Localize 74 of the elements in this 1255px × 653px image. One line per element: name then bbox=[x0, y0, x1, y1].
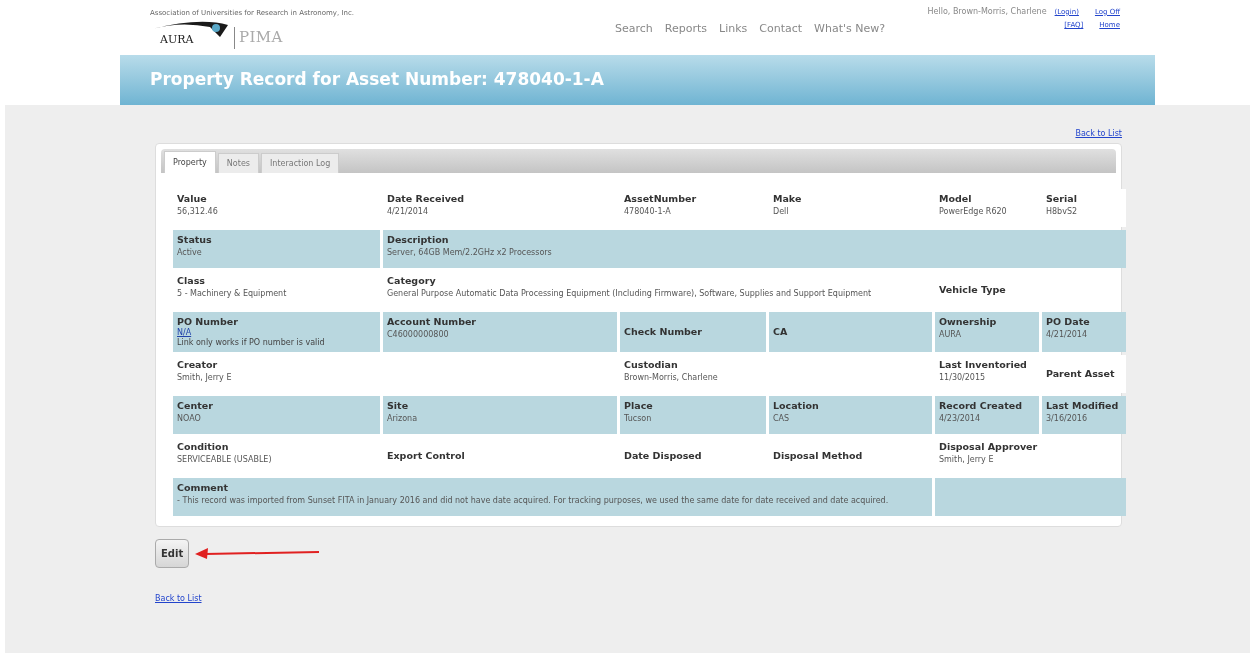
field-label: Export Control bbox=[387, 449, 466, 462]
field-label: Value bbox=[177, 193, 208, 205]
field-value: Server, 64GB Mem/2.2GHz x2 Processors bbox=[387, 247, 553, 258]
page-title: Property Record for Asset Number: 478040-1-A bbox=[150, 68, 604, 92]
field-label: Place bbox=[624, 399, 654, 412]
field-label: Date Received bbox=[387, 193, 466, 205]
nav-link[interactable]: What's New? bbox=[814, 21, 886, 38]
field-label: Serial bbox=[1046, 193, 1078, 205]
field-label: PO Number bbox=[177, 316, 239, 328]
field-value: 11/30/2015 bbox=[939, 372, 987, 383]
field-value: Dell bbox=[773, 206, 790, 217]
field-value: Smith, Jerry E bbox=[177, 372, 233, 383]
tab[interactable]: Property bbox=[164, 151, 216, 173]
edit-button[interactable]: Edit bbox=[155, 538, 190, 568]
field-value: PowerEdge R620 bbox=[939, 206, 1008, 217]
po-link[interactable]: N/A bbox=[177, 327, 376, 338]
field-label: Date Disposed bbox=[624, 449, 703, 462]
field-label: Model bbox=[939, 193, 973, 205]
nav-link[interactable]: Search bbox=[615, 21, 653, 38]
field-label: Location bbox=[773, 399, 820, 412]
field-value: CAS bbox=[773, 413, 791, 424]
field-value: 4/23/2014 bbox=[939, 413, 982, 424]
field-value: 4/21/2014 bbox=[1046, 329, 1089, 340]
back-to-list-link[interactable]: Back to List bbox=[155, 593, 202, 603]
field-label: CA bbox=[773, 326, 789, 338]
field-label: Ownership bbox=[939, 316, 998, 328]
field-label: Record Created bbox=[939, 399, 1023, 412]
field-label: Condition bbox=[177, 440, 230, 453]
field-label: Last Modified bbox=[1046, 399, 1120, 412]
field-value: Brown-Morris, Charlene bbox=[624, 372, 719, 383]
field-value: SERVICEABLE (USABLE) bbox=[177, 454, 273, 465]
nav-link[interactable]: Reports bbox=[664, 21, 707, 38]
field-label: Disposal Method bbox=[773, 449, 864, 462]
pima-logo: PIMA bbox=[239, 27, 283, 48]
field-value: Tucson bbox=[624, 413, 653, 424]
field-label: Make bbox=[773, 193, 803, 205]
field-value: 5 - Machinery & Equipment bbox=[177, 288, 288, 299]
field-value: NOAO bbox=[177, 413, 202, 424]
nav-link[interactable]: Contact bbox=[759, 21, 803, 38]
field-note: Link only works if PO number is valid bbox=[177, 337, 326, 348]
field-value: 3/16/2016 bbox=[1046, 413, 1089, 424]
field-label: PO Date bbox=[1046, 316, 1091, 328]
field-label: Description bbox=[387, 234, 450, 246]
field-label: Parent Asset bbox=[1046, 367, 1116, 380]
aura-logo[interactable]: AURA bbox=[150, 20, 230, 49]
field-value: 4/21/2014 bbox=[387, 206, 430, 217]
field-value: C46000000800 bbox=[387, 329, 450, 340]
field-label: Check Number bbox=[624, 326, 703, 338]
field-label: Site bbox=[387, 399, 410, 412]
field-value: AURA bbox=[939, 329, 963, 340]
field-label: Account Number bbox=[387, 316, 478, 328]
field-label: Creator bbox=[177, 358, 219, 371]
field-value: - This record was imported from Sunset FITA in January 2016 and did not have date acquired. For tracking purposes, we used the same date for date received and date acquired. bbox=[177, 495, 890, 506]
field-value: 478040-1-A bbox=[624, 206, 672, 217]
field-value: Active bbox=[177, 247, 203, 258]
back-to-list-link[interactable]: Back to List bbox=[1075, 128, 1122, 140]
field-value: Arizona bbox=[387, 413, 419, 424]
field-label: Status bbox=[177, 234, 213, 246]
field-label: Center bbox=[177, 399, 214, 412]
field-label: Class bbox=[177, 275, 206, 287]
tab[interactable]: Interaction Log bbox=[260, 153, 340, 173]
field-label: Vehicle Type bbox=[939, 284, 1007, 296]
nav-link[interactable]: Links bbox=[719, 21, 748, 38]
field-label: Category bbox=[387, 275, 437, 287]
tab[interactable]: Notes bbox=[217, 153, 259, 173]
field-label: Custodian bbox=[624, 358, 679, 371]
greeting-text: Hello, Brown-Morris, Charlene bbox=[927, 6, 1047, 18]
field-value: Smith, Jerry E bbox=[939, 454, 995, 465]
field-value: 56,312.46 bbox=[177, 206, 219, 217]
field-label: Last Inventoried bbox=[939, 358, 1028, 371]
field-value: General Purpose Automatic Data Processing Equipment (Including Firmware), Software, Supplies and Support Equipment bbox=[387, 288, 873, 299]
field-label: AssetNumber bbox=[624, 193, 698, 205]
field-label: Comment bbox=[177, 481, 230, 494]
field-value: H8bvS2 bbox=[1046, 206, 1079, 217]
